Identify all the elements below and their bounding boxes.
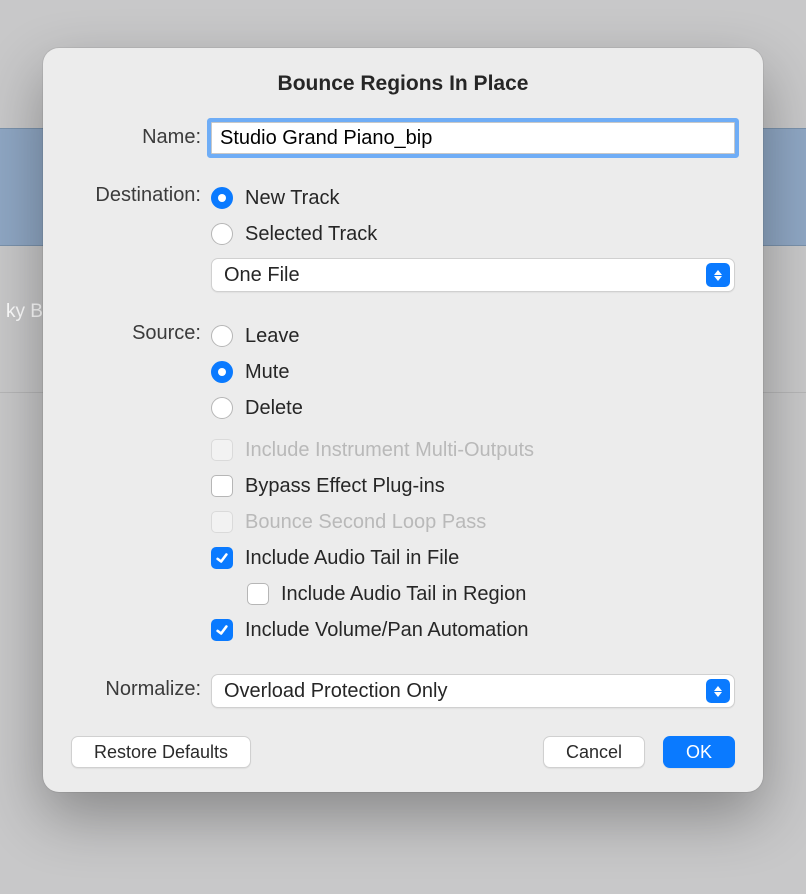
source-delete[interactable]: Delete bbox=[211, 390, 735, 426]
check-include-multi-outputs: Include Instrument Multi-Outputs bbox=[211, 432, 735, 468]
check-include-vol-pan[interactable]: Include Volume/Pan Automation bbox=[211, 612, 735, 648]
radio-icon bbox=[211, 223, 233, 245]
ok-button[interactable]: OK bbox=[663, 736, 735, 768]
destination-new-track[interactable]: New Track bbox=[211, 180, 735, 216]
file-mode-select[interactable]: One File bbox=[211, 258, 735, 292]
radio-label: Delete bbox=[245, 397, 303, 420]
check-label: Include Audio Tail in Region bbox=[281, 583, 526, 606]
cancel-button[interactable]: Cancel bbox=[543, 736, 645, 768]
checkbox-icon bbox=[211, 511, 233, 533]
name-row: Name: bbox=[71, 122, 735, 154]
source-label: Source: bbox=[71, 318, 211, 345]
check-label: Include Audio Tail in File bbox=[245, 547, 459, 570]
radio-label: New Track bbox=[245, 187, 339, 210]
name-input[interactable] bbox=[211, 122, 735, 154]
check-include-tail-file[interactable]: Include Audio Tail in File bbox=[211, 540, 735, 576]
check-label: Include Instrument Multi-Outputs bbox=[245, 439, 534, 462]
button-label: OK bbox=[686, 742, 712, 763]
check-label: Bounce Second Loop Pass bbox=[245, 511, 486, 534]
radio-icon bbox=[211, 187, 233, 209]
restore-defaults-button[interactable]: Restore Defaults bbox=[71, 736, 251, 768]
background-track-label: ky B bbox=[6, 301, 43, 323]
destination-row: Destination: New Track Selected Track On… bbox=[71, 180, 735, 292]
checkbox-icon bbox=[211, 547, 233, 569]
button-label: Cancel bbox=[566, 742, 622, 763]
check-bounce-second-loop: Bounce Second Loop Pass bbox=[211, 504, 735, 540]
radio-icon bbox=[211, 397, 233, 419]
button-label: Restore Defaults bbox=[94, 742, 228, 763]
checkbox-icon bbox=[211, 475, 233, 497]
check-label: Include Volume/Pan Automation bbox=[245, 619, 529, 642]
bounce-dialog: Bounce Regions In Place Name: Destinatio… bbox=[43, 48, 763, 792]
source-row: Source: Leave Mute Delete Include Instru… bbox=[71, 318, 735, 648]
check-include-tail-region[interactable]: Include Audio Tail in Region bbox=[211, 576, 735, 612]
destination-selected-track[interactable]: Selected Track bbox=[211, 216, 735, 252]
radio-label: Leave bbox=[245, 325, 300, 348]
checkbox-icon bbox=[211, 439, 233, 461]
dialog-title: Bounce Regions In Place bbox=[71, 72, 735, 96]
normalize-select[interactable]: Overload Protection Only bbox=[211, 674, 735, 708]
name-label: Name: bbox=[71, 122, 211, 149]
radio-icon bbox=[211, 361, 233, 383]
source-mute[interactable]: Mute bbox=[211, 354, 735, 390]
radio-icon bbox=[211, 325, 233, 347]
source-leave[interactable]: Leave bbox=[211, 318, 735, 354]
check-label: Bypass Effect Plug-ins bbox=[245, 475, 445, 498]
dialog-footer: Restore Defaults Cancel OK bbox=[71, 736, 735, 768]
checkbox-icon bbox=[247, 583, 269, 605]
updown-icon bbox=[706, 679, 730, 703]
radio-label: Mute bbox=[245, 361, 289, 384]
updown-icon bbox=[706, 263, 730, 287]
normalize-label: Normalize: bbox=[71, 674, 211, 701]
normalize-row: Normalize: Overload Protection Only bbox=[71, 674, 735, 708]
radio-label: Selected Track bbox=[245, 223, 377, 246]
destination-label: Destination: bbox=[71, 180, 211, 207]
select-value: Overload Protection Only bbox=[224, 680, 706, 703]
check-bypass-effects[interactable]: Bypass Effect Plug-ins bbox=[211, 468, 735, 504]
checkbox-icon bbox=[211, 619, 233, 641]
select-value: One File bbox=[224, 264, 706, 287]
